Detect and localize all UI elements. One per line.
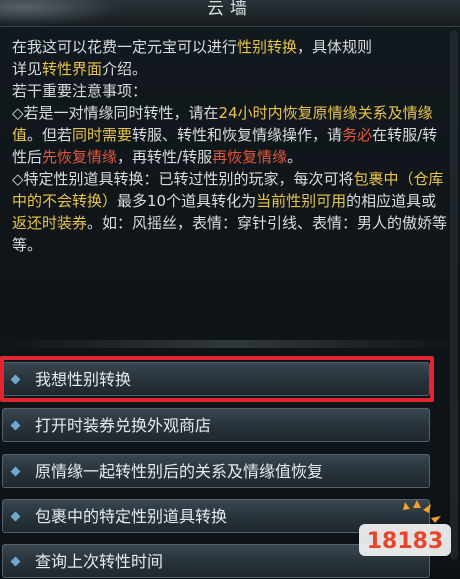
notice-text: 转服、转性和恢复情缘操作，请	[132, 126, 343, 144]
site-logo-watermark: 18183	[359, 500, 451, 556]
notice-highlight: 当前性别可用	[256, 192, 347, 210]
notice-highlight: 返还时装券	[12, 214, 88, 232]
dialog-text: 在我这可以花费一定元宝可以进行性别转换，具体规则 详见转性界面介绍。 若干重要注…	[12, 36, 448, 256]
options-divider	[0, 340, 460, 348]
notice-highlight: 同时需要	[72, 126, 133, 144]
option-label: 原情缘一起转性别后的关系及情缘值恢复	[35, 462, 324, 481]
dialog-title: 云墙	[207, 0, 253, 19]
diamond-bullet-icon	[10, 511, 21, 522]
notice-highlight: 再恢复情缘	[212, 148, 288, 166]
intro-paragraph: 在我这可以花费一定元宝可以进行性别转换，具体规则 详见转性界面介绍。	[12, 36, 448, 80]
dialog-title-bar: 云墙	[0, 0, 460, 27]
intro-highlight: 转性界面	[42, 60, 103, 78]
intro-text: 介绍。	[102, 60, 148, 78]
option-label: 包裹中的特定性别道具转换	[35, 507, 228, 526]
notice-item-couple: ◇若是一对情缘同时转性，请在24小时内恢复原情缘关系及情缘值。但若同时需要转服、…	[12, 102, 448, 168]
scrollbar[interactable]	[450, 30, 458, 560]
diamond-bullet-icon	[10, 556, 21, 567]
notice-heading: 若干重要注意事项：	[12, 82, 148, 100]
diamond-bullet-icon	[10, 420, 21, 431]
watermark-text: 18183	[367, 529, 444, 554]
notice-text: ，再转性/转服	[117, 148, 213, 166]
notice-text: ◇特定性别道具转换：已转过性别的玩家，每次可将	[12, 170, 354, 188]
notice-text: 。	[287, 148, 303, 166]
selection-highlight-box	[0, 356, 434, 402]
diamond-bullet-icon	[10, 466, 21, 477]
npc-dialog-window: 云墙 在我这可以花费一定元宝可以进行性别转换，具体规则 详见转性界面介绍。 若干…	[0, 0, 460, 578]
notice-text: 。但若	[27, 126, 73, 144]
notice-highlight: 务必	[342, 126, 373, 144]
intro-text: ，具体规则	[297, 38, 373, 56]
notice-text: 的相应道具或	[346, 192, 437, 210]
option-label: 查询上次转性时间	[35, 552, 164, 571]
intro-highlight: 性别转换	[237, 38, 298, 56]
option-restore-relationship[interactable]: 原情缘一起转性别后的关系及情缘值恢复	[2, 454, 430, 488]
sun-rays-icon	[403, 500, 441, 523]
intro-text: 在我这可以花费一定元宝可以进行	[12, 38, 238, 56]
notice-text: 最多10个道具转化为	[117, 192, 257, 210]
option-fashion-shop[interactable]: 打开时装券兑换外观商店	[2, 408, 430, 442]
notice-item-items: ◇特定性别道具转换：已转过性别的玩家，每次可将包裹中（仓库中的不会转换）最多10…	[12, 168, 448, 256]
notice-text: ◇若是一对情缘同时转性，请在	[12, 104, 219, 122]
notice-highlight: 先恢复情缘	[42, 148, 118, 166]
intro-text: 详见	[12, 60, 43, 78]
option-label: 打开时装券兑换外观商店	[35, 416, 212, 435]
